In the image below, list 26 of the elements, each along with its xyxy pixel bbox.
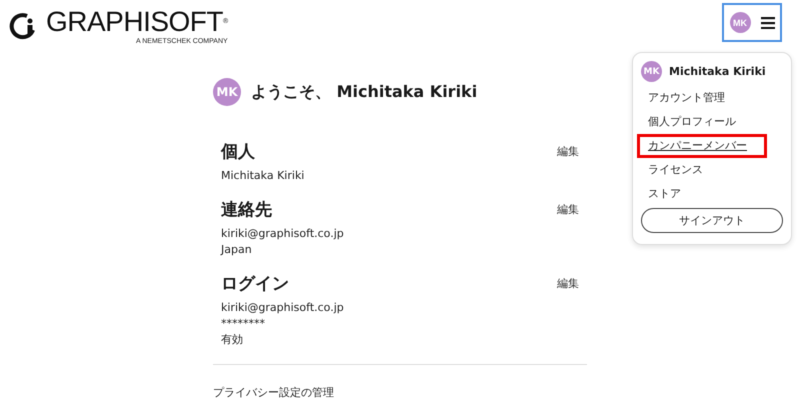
detail-text: Japan: [221, 242, 253, 258]
edit-link[interactable]: 編集: [557, 202, 579, 217]
menu-item[interactable]: 個人プロフィール: [641, 110, 783, 134]
welcome-heading: ようこそ、 Michitaka Kiriki: [251, 82, 478, 102]
menu-item[interactable]: ライセンス: [641, 158, 783, 182]
menu-icon: [760, 16, 774, 28]
section-title: ログイン: [221, 273, 289, 295]
detail-text: kiriki@graphisoft.co.jp: [221, 300, 345, 316]
detail-text: ********: [221, 316, 266, 332]
detail-text: 有効: [221, 332, 244, 348]
user-avatar: MK: [213, 78, 241, 106]
logo-icon: [8, 11, 38, 41]
menu-item[interactable]: カンパニーメンバー: [637, 134, 767, 158]
user-name: Michitaka Kiriki: [669, 65, 766, 78]
sign-out-button[interactable]: サインアウト: [641, 208, 783, 233]
menu-item[interactable]: ストア: [641, 182, 783, 206]
user-avatar: MK: [641, 61, 662, 82]
section-title: 個人: [221, 141, 255, 163]
privacy-link[interactable]: プライバシー設定の管理: [213, 386, 334, 399]
section-title: 連絡先: [221, 199, 272, 221]
edit-link[interactable]: 編集: [557, 144, 579, 159]
detail-text: kiriki@graphisoft.co.jp: [221, 226, 345, 242]
menu-item[interactable]: アカウント管理: [641, 86, 783, 110]
detail-text: Michitaka Kiriki: [221, 168, 306, 184]
user-avatar: MK: [730, 12, 750, 33]
edit-link[interactable]: 編集: [557, 276, 579, 291]
